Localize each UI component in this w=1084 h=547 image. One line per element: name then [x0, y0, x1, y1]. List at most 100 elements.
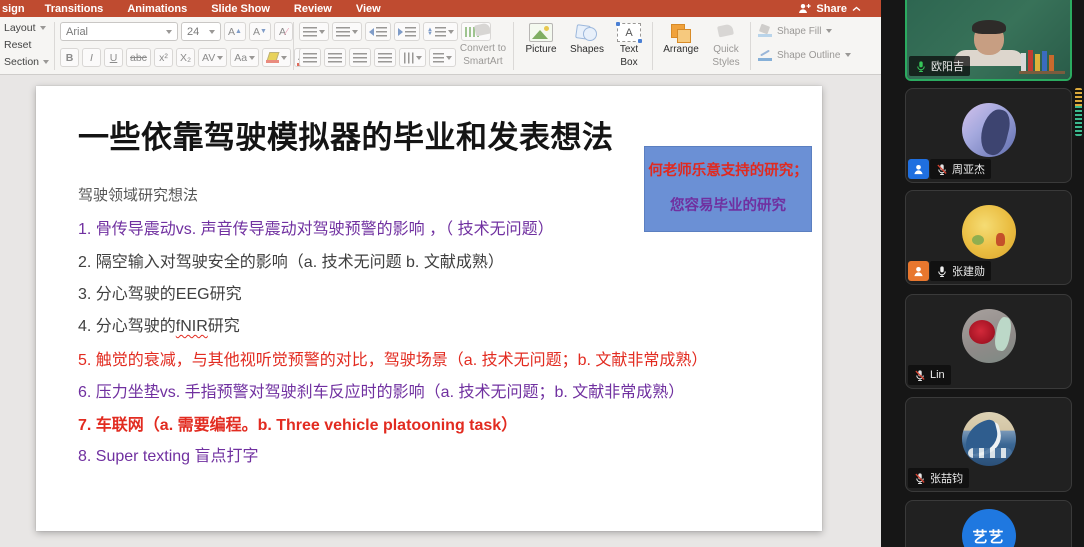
list-item-5: 5. 触觉的衰减，与其他视听觉预警的对比，驾驶场景（a. 技术无问题；b. 文献…: [78, 346, 707, 370]
participant-tile[interactable]: 艺艺: [905, 500, 1072, 547]
clear-formatting-button[interactable]: A⁄: [274, 22, 293, 41]
shape-outline-button[interactable]: Shape Outline: [758, 49, 851, 61]
shapes-icon: [575, 23, 599, 42]
align-left-button[interactable]: [299, 48, 321, 67]
picture-label: Picture: [525, 44, 556, 55]
strikethrough-button[interactable]: abc: [126, 48, 151, 67]
shape-fill-label: Shape Fill: [777, 26, 821, 37]
text-box-button[interactable]: A Text Box: [611, 23, 647, 68]
avatar: [962, 205, 1016, 259]
font-size-select[interactable]: 24: [181, 22, 221, 41]
participant-tile[interactable]: 张喆钧: [905, 397, 1072, 492]
chevron-up-icon[interactable]: [852, 6, 861, 12]
shrink-font-button[interactable]: A▼: [249, 22, 271, 41]
tab-design[interactable]: sign: [0, 3, 33, 15]
justify-icon: [378, 53, 392, 63]
align-right-button[interactable]: [349, 48, 371, 67]
shape-fill-button[interactable]: Shape Fill: [758, 25, 832, 37]
slide-workspace: 一些依靠驾驶模拟器的毕业和发表想法 何老师乐意支持的研究； 您容易毕业的研究 驾…: [0, 75, 881, 547]
participant-tile[interactable]: Lin: [905, 294, 1072, 389]
role-badge: [908, 261, 929, 281]
shapes-button[interactable]: Shapes: [565, 23, 609, 55]
avatar: [962, 103, 1016, 157]
numbering-button[interactable]: [332, 22, 362, 41]
participant-tile[interactable]: 周亚杰: [905, 88, 1072, 183]
convert-to-smartart-button[interactable]: Convert to SmartArt: [455, 22, 511, 67]
font-name-select[interactable]: Arial: [60, 22, 178, 41]
tab-slide-show[interactable]: Slide Show: [199, 3, 282, 15]
slide-title: 一些依靠驾驶模拟器的毕业和发表想法: [78, 112, 614, 157]
align-center-icon: [328, 53, 342, 63]
list-item-2: 2. 隔空输入对驾驶安全的影响（a. 技术无问题 b. 文献成熟）: [78, 248, 504, 272]
bookshelf: [1021, 47, 1063, 71]
participant-name: 张建勋: [952, 263, 985, 279]
arrange-label: Arrange: [663, 44, 699, 55]
shape-outline-label: Shape Outline: [777, 50, 840, 61]
callout-box[interactable]: 何老师乐意支持的研究； 您容易毕业的研究: [644, 146, 812, 232]
callout-line2: 您容易毕业的研究: [645, 194, 811, 215]
microphone-muted-icon: [936, 163, 948, 176]
layout-button[interactable]: Layout: [4, 21, 49, 35]
quick-styles-label-line2: Styles: [712, 57, 739, 68]
shape-outline-icon: [758, 49, 772, 61]
character-spacing-button[interactable]: AV: [198, 48, 227, 67]
underline-button[interactable]: U: [104, 48, 123, 67]
arrange-button[interactable]: Arrange: [658, 23, 704, 55]
participant-name: Lin: [930, 369, 945, 381]
callout-line1: 何老师乐意支持的研究；: [645, 159, 811, 180]
nameplate: 欧阳吉: [909, 56, 970, 76]
picture-button[interactable]: Picture: [519, 23, 563, 55]
tab-view[interactable]: View: [344, 3, 393, 15]
group-divider: [513, 22, 514, 70]
font-name-value: Arial: [66, 26, 88, 38]
numbering-icon: [336, 27, 350, 37]
tab-review[interactable]: Review: [282, 3, 344, 15]
spellcheck-underline: fNIR: [176, 318, 208, 335]
tab-animations[interactable]: Animations: [115, 3, 199, 15]
align-center-button[interactable]: [324, 48, 346, 67]
section-button[interactable]: Section: [4, 55, 49, 69]
slide-subtitle: 驾驶领域研究想法: [78, 184, 198, 205]
nameplate: 张喆钧: [908, 468, 969, 488]
quick-styles-button[interactable]: Quick Styles: [706, 23, 746, 68]
section-label: Section: [4, 56, 39, 68]
justify-button[interactable]: [374, 48, 396, 67]
microphone-muted-icon: [914, 369, 926, 382]
list-item-6: 6. 压力坐垫vs. 手指预警对驾驶刹车反应时的影响（a. 技术无问题；b. 文…: [78, 378, 684, 402]
participant-tile[interactable]: 张建勋: [905, 190, 1072, 285]
bullets-icon: [303, 27, 317, 37]
align-right-icon: [353, 53, 367, 63]
share-button[interactable]: Share: [798, 0, 861, 17]
superscript-button[interactable]: x²: [154, 48, 173, 67]
microphone-on-icon: [915, 60, 927, 73]
share-label: Share: [816, 3, 847, 15]
line-spacing-button[interactable]: ▲▼: [423, 22, 458, 41]
highlight-color-button[interactable]: [262, 48, 291, 67]
avatar-initials: 艺艺: [972, 526, 1004, 547]
nameplate: 张建勋: [908, 261, 991, 281]
quick-styles-icon: [714, 23, 738, 42]
text-direction-button[interactable]: [399, 48, 426, 67]
change-case-button[interactable]: Aa: [230, 48, 259, 67]
chevron-down-icon: [166, 30, 172, 34]
microphone-on-icon: [936, 265, 948, 278]
audio-level-meter: [1075, 88, 1082, 136]
reset-button[interactable]: Reset: [4, 38, 49, 52]
increase-indent-button[interactable]: [394, 22, 420, 41]
group-divider: [750, 22, 751, 70]
shapes-label: Shapes: [570, 44, 604, 55]
slide-canvas[interactable]: 一些依靠驾驶模拟器的毕业和发表想法 何老师乐意支持的研究； 您容易毕业的研究 驾…: [36, 86, 822, 531]
grow-font-button[interactable]: A▲: [224, 22, 246, 41]
bold-button[interactable]: B: [60, 48, 79, 67]
person-icon: [912, 163, 925, 176]
align-text-button[interactable]: [429, 48, 456, 67]
participant-tile[interactable]: 欧阳吉: [905, 0, 1072, 81]
text-direction-icon: [404, 52, 414, 63]
list-item-4: 4. 分心驾驶的fNIR研究: [78, 312, 240, 336]
smartart-icon: [471, 22, 495, 41]
subscript-button[interactable]: X₂: [176, 48, 195, 67]
italic-button[interactable]: I: [82, 48, 101, 67]
tab-transitions[interactable]: Transitions: [33, 3, 116, 15]
decrease-indent-button[interactable]: [365, 22, 391, 41]
bullets-button[interactable]: [299, 22, 329, 41]
